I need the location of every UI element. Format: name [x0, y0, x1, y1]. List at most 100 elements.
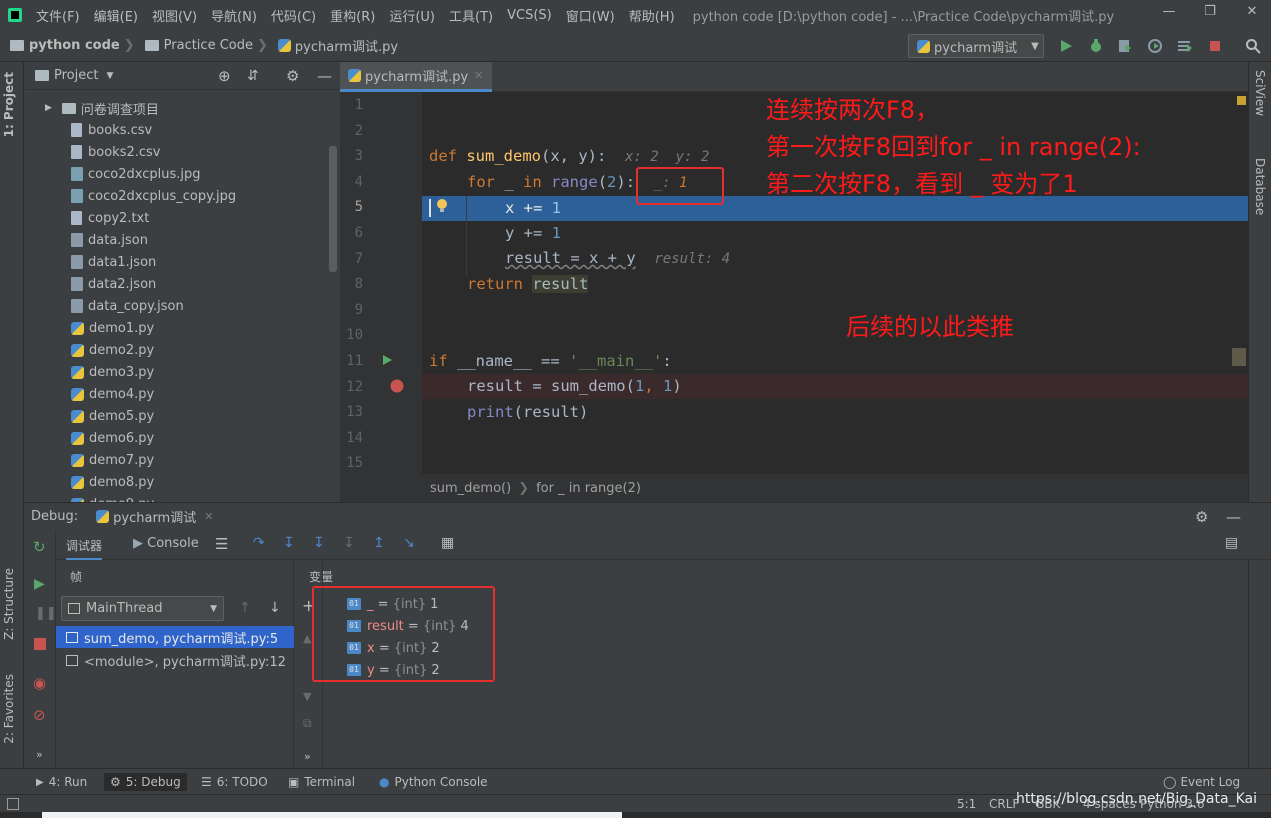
breakpoint-icon[interactable]	[390, 379, 404, 393]
project-tree-item[interactable]: data_copy.json	[71, 295, 184, 317]
project-tree-item[interactable]: coco2dxcplus.jpg	[71, 163, 200, 185]
tool-tab-todo[interactable]: ☰ 6: TODO	[201, 773, 268, 791]
project-tree-item[interactable]: ▶ 问卷调查项目	[45, 97, 159, 119]
project-header-label[interactable]: Project	[54, 68, 98, 83]
menu-window[interactable]: 窗口(W)	[566, 6, 615, 25]
arrow-up-icon[interactable]: ↑	[239, 600, 251, 616]
stop-icon[interactable]	[1207, 38, 1223, 54]
lightbulb-icon[interactable]	[435, 197, 449, 215]
collapse-all-icon[interactable]: ⇵	[247, 68, 259, 84]
project-tree-item[interactable]: books.csv	[71, 119, 152, 141]
menu-view[interactable]: 视图(V)	[152, 6, 197, 25]
expand-arrow-icon[interactable]: ▶	[45, 103, 52, 113]
step-into-icon[interactable]: ↧	[313, 535, 325, 551]
project-tree-item[interactable]: demo7.py	[71, 449, 154, 471]
project-tree-item[interactable]: copy2.txt	[71, 207, 149, 229]
database-tool-tab[interactable]: Database	[1253, 158, 1267, 215]
project-tree-item[interactable]: demo3.py	[71, 361, 154, 383]
copy-icon[interactable]: ⧉	[303, 716, 312, 731]
tool-tab-terminal[interactable]: ▣ Terminal	[288, 773, 355, 791]
show-execution-point-icon[interactable]: ↷	[253, 535, 265, 551]
expand-down-icon[interactable]: ▼	[303, 690, 311, 703]
restore-button[interactable]: ❐	[1196, 4, 1224, 26]
menu-tools[interactable]: 工具(T)	[449, 6, 493, 25]
step-into-my-code-icon[interactable]: ↧	[343, 535, 355, 551]
chevron-down-icon[interactable]: ▼	[106, 71, 113, 81]
menu-navigate[interactable]: 导航(N)	[211, 6, 257, 25]
project-tree-item[interactable]: data.json	[71, 229, 148, 251]
menu-vcs[interactable]: VCS(S)	[507, 8, 552, 23]
run-gutter-icon[interactable]	[381, 354, 393, 366]
close-tab-icon[interactable]: ✕	[204, 510, 213, 523]
project-tree-item[interactable]: demo8.py	[71, 471, 154, 493]
thread-select[interactable]: MainThread ▼	[61, 596, 224, 621]
menu-code[interactable]: 代码(C)	[271, 6, 316, 25]
tool-tab-python-console[interactable]: ● Python Console	[379, 773, 488, 791]
resume-icon[interactable]: ▶	[34, 576, 45, 592]
search-icon[interactable]	[1245, 38, 1261, 54]
frame-row[interactable]: <module>, pycharm调试.py:12	[56, 649, 294, 671]
rerun-icon[interactable]: ↻	[33, 538, 46, 556]
sciview-tool-tab[interactable]: SciView	[1253, 70, 1267, 116]
breadcrumb-function[interactable]: sum_demo()	[430, 481, 511, 496]
tab-pycharm-debug-file[interactable]: pycharm调试.py ✕	[340, 62, 492, 92]
caret-position[interactable]: 5:1	[957, 797, 976, 811]
project-tree-item[interactable]: data1.json	[71, 251, 156, 273]
frame-row-selected[interactable]: sum_demo, pycharm调试.py:5	[56, 626, 294, 648]
tool-tab-event-log[interactable]: ◯ Event Log	[1163, 773, 1240, 791]
collapse-up-icon[interactable]: ▲	[303, 632, 311, 645]
layout-icon[interactable]: ▤	[1225, 535, 1238, 551]
pause-icon[interactable]: ❚❚	[35, 606, 57, 621]
project-tree-item[interactable]: demo1.py	[71, 317, 154, 339]
minimize-button[interactable]: —	[1155, 4, 1183, 26]
step-over-icon[interactable]: ↧	[283, 535, 295, 551]
project-tree-item[interactable]: data2.json	[71, 273, 156, 295]
tab-console[interactable]: ▶ Console	[133, 536, 199, 551]
hide-panel-icon[interactable]: —	[1226, 508, 1241, 526]
project-tree-item[interactable]: demo2.py	[71, 339, 154, 361]
warning-stripe-icon[interactable]	[1237, 96, 1246, 105]
structure-tool-tab[interactable]: Z: Structure	[2, 568, 16, 640]
view-breakpoints-icon[interactable]: ◉	[33, 674, 46, 692]
debug-icon[interactable]	[1088, 38, 1104, 54]
coverage-icon[interactable]	[1117, 38, 1133, 54]
crumb-file[interactable]: pycharm调试.py	[277, 36, 398, 55]
project-tree-item[interactable]: books2.csv	[71, 141, 160, 163]
arrow-down-icon[interactable]: ↓	[269, 600, 281, 616]
project-tree-item[interactable]: demo4.py	[71, 383, 154, 405]
favorites-tool-tab[interactable]: 2: Favorites	[2, 674, 16, 744]
debug-session-tab[interactable]: pycharm调试	[113, 507, 196, 526]
crumb-folder[interactable]: Practice Code ❯	[144, 38, 268, 53]
run-configuration-select[interactable]: pycharm调试 ▼	[908, 34, 1044, 58]
tool-windows-icon[interactable]	[7, 798, 19, 810]
tool-tab-debug[interactable]: ⚙ 5: Debug	[104, 773, 187, 791]
project-tree-item[interactable]: coco2dxcplus_copy.jpg	[71, 185, 236, 207]
profile-icon[interactable]	[1147, 38, 1163, 54]
crumb-project[interactable]: python code ❯	[10, 38, 135, 53]
gear-icon[interactable]: ⚙	[1195, 508, 1208, 526]
concurrency-icon[interactable]	[1177, 38, 1193, 54]
editor-scroll-thumb[interactable]	[1232, 348, 1246, 366]
menu-file[interactable]: 文件(F)	[36, 6, 80, 25]
breadcrumb-loop[interactable]: for _ in range(2)	[536, 481, 641, 496]
menu-run[interactable]: 运行(U)	[389, 6, 435, 25]
evaluate-expression-icon[interactable]: ▦	[441, 535, 454, 551]
close-window-button[interactable]: ✕	[1238, 4, 1266, 26]
project-tree-item[interactable]: demo6.py	[71, 427, 154, 449]
more-icon[interactable]: »	[304, 750, 311, 763]
mute-breakpoints-icon[interactable]: ⊘	[33, 706, 46, 724]
close-tab-icon[interactable]: ✕	[474, 69, 483, 82]
tab-debugger[interactable]: 调试器	[66, 537, 103, 560]
locate-icon[interactable]: ⊕	[218, 67, 231, 85]
tool-tab-run[interactable]: ▶ 4: Run	[36, 773, 87, 791]
stop-icon[interactable]	[34, 638, 46, 650]
menu-refactor[interactable]: 重构(R)	[330, 6, 375, 25]
line-separator[interactable]: CRLF	[989, 797, 1019, 811]
project-tool-tab[interactable]: 1: Project	[2, 72, 16, 137]
gear-icon[interactable]: ⚙	[286, 67, 299, 85]
menu-edit[interactable]: 编辑(E)	[94, 6, 138, 25]
more-icon[interactable]: »	[36, 748, 43, 761]
run-to-cursor-icon[interactable]: ↘	[403, 535, 415, 551]
hide-panel-icon[interactable]: —	[317, 67, 332, 85]
menu-help[interactable]: 帮助(H)	[629, 6, 675, 25]
